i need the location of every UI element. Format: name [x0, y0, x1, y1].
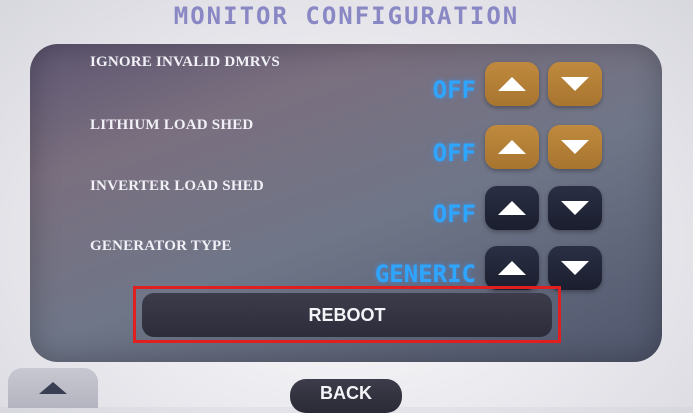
setting-value: GENERIC [374, 260, 476, 288]
setting-label: GENERATOR TYPE [90, 238, 232, 254]
increase-button[interactable] [485, 186, 539, 230]
decrease-button[interactable] [548, 62, 602, 106]
increase-button[interactable] [485, 62, 539, 106]
triangle-up-icon [498, 77, 526, 91]
decrease-button[interactable] [548, 186, 602, 230]
page-title: MONITOR CONFIGURATION [173, 2, 520, 30]
triangle-up-icon [498, 140, 526, 154]
back-button[interactable]: BACK [290, 379, 402, 413]
triangle-down-icon [561, 140, 589, 154]
decrease-button[interactable] [548, 125, 602, 169]
increase-button[interactable] [485, 246, 539, 290]
setting-label: INVERTER LOAD SHED [90, 178, 264, 194]
setting-value: OFF [432, 200, 476, 228]
setting-value: OFF [432, 139, 476, 167]
decrease-button[interactable] [548, 246, 602, 290]
highlight-frame [133, 286, 561, 343]
increase-button[interactable] [485, 125, 539, 169]
setting-label: IGNORE INVALID DMRVS [90, 54, 280, 70]
triangle-up-icon [39, 382, 67, 394]
setting-label: LITHIUM LOAD SHED [90, 117, 254, 133]
triangle-up-icon [498, 261, 526, 275]
setting-value: OFF [432, 76, 476, 104]
triangle-down-icon [561, 261, 589, 275]
triangle-down-icon [561, 201, 589, 215]
setting-row-ignore-invalid-dmrvs: IGNORE INVALID DMRVS OFF [30, 46, 662, 116]
scroll-up-button[interactable] [8, 368, 98, 408]
triangle-down-icon [561, 77, 589, 91]
setting-row-lithium-load-shed: LITHIUM LOAD SHED OFF [30, 109, 662, 179]
triangle-up-icon [498, 201, 526, 215]
